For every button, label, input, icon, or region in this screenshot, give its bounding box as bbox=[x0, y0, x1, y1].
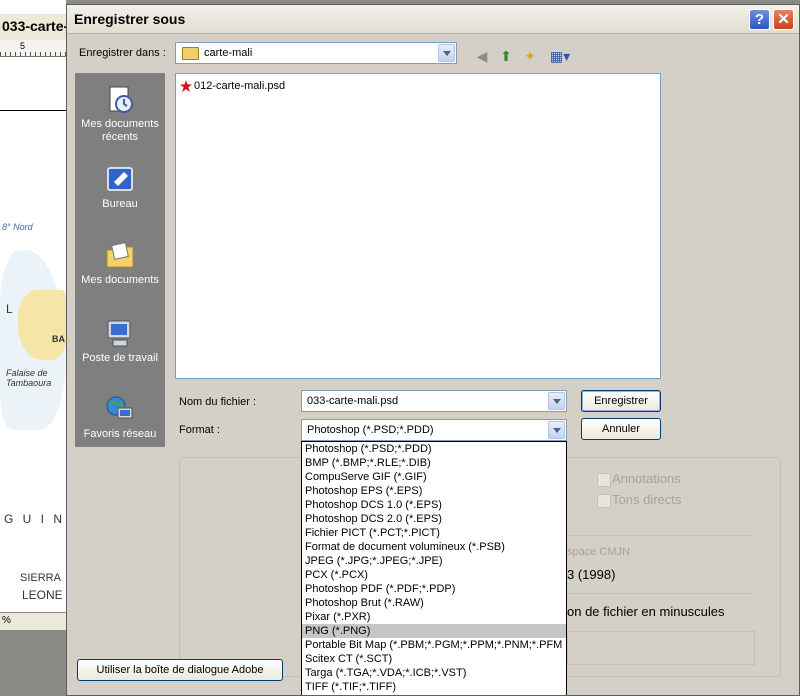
cancel-button[interactable]: Annuler bbox=[581, 418, 661, 440]
filename-label: Nom du fichier : bbox=[179, 396, 257, 408]
map-land-area bbox=[18, 290, 66, 360]
recent-documents-icon bbox=[104, 84, 136, 116]
places-bar: Mes documents récents Bureau Mes documen… bbox=[75, 73, 165, 447]
background-window-title: 033-carte-mali bbox=[2, 18, 66, 34]
ruler-mark: 5 bbox=[20, 41, 26, 51]
background-window-titlebar: 033-carte-mali bbox=[0, 14, 66, 41]
network-places-icon bbox=[104, 394, 136, 426]
my-computer-icon bbox=[104, 318, 136, 350]
tons-directs-checkbox[interactable] bbox=[597, 494, 611, 508]
format-dropdown-list[interactable]: Photoshop (*.PSD;*.PDD) BMP (*.BMP;*.RLE;… bbox=[301, 441, 567, 695]
psd-file-icon bbox=[180, 80, 192, 93]
zoom-readout[interactable]: % bbox=[2, 615, 11, 626]
workspace-background bbox=[0, 630, 66, 696]
background-document-window: 033-carte-mali 5 8° Nord L BA Falaise de… bbox=[0, 0, 66, 696]
format-option[interactable]: Photoshop DCS 1.0 (*.EPS) bbox=[302, 498, 566, 512]
lowercase-extension-label: on de fichier en minuscules bbox=[567, 604, 725, 619]
format-option[interactable]: TIFF (*.TIF;*.TIFF) bbox=[302, 680, 566, 694]
format-option[interactable]: Photoshop PDF (*.PDF;*.PDP) bbox=[302, 582, 566, 596]
format-option[interactable]: Targa (*.TGA;*.VDA;*.ICB;*.VST) bbox=[302, 666, 566, 680]
format-option[interactable]: BMP (*.BMP;*.RLE;*.DIB) bbox=[302, 456, 566, 470]
map-label: LEONE bbox=[22, 588, 63, 602]
save-in-label: Enregistrer dans : bbox=[79, 47, 166, 59]
map-label: 8° Nord bbox=[2, 222, 33, 232]
folder-icon bbox=[182, 47, 199, 60]
map-label: SIERRA bbox=[20, 572, 61, 584]
map-label: BA bbox=[52, 334, 65, 344]
chevron-down-icon[interactable] bbox=[548, 392, 565, 410]
view-menu-icon[interactable]: ▦▾ bbox=[547, 47, 573, 65]
back-icon[interactable]: ◀ bbox=[473, 47, 491, 65]
dialog-title: Enregistrer sous bbox=[74, 11, 186, 27]
tons-directs-label: Tons directs bbox=[612, 492, 682, 507]
save-as-dialog: Enregistrer sous ? ✕ Enregistrer dans : … bbox=[66, 4, 800, 696]
place-label: Mes documents bbox=[81, 274, 159, 286]
use-adobe-dialog-button[interactable]: Utiliser la boîte de dialogue Adobe bbox=[77, 659, 283, 681]
place-network[interactable]: Favoris réseau bbox=[76, 394, 164, 441]
new-folder-icon[interactable]: ✦ bbox=[521, 47, 539, 65]
chevron-down-icon[interactable] bbox=[548, 421, 565, 439]
map-label: G U I N E bbox=[4, 512, 66, 526]
place-my-computer[interactable]: Poste de travail bbox=[76, 318, 164, 365]
chevron-down-icon[interactable] bbox=[438, 44, 455, 62]
format-option[interactable]: PNG (*.PNG) bbox=[302, 624, 566, 638]
annotations-label: Annotations bbox=[612, 471, 681, 486]
format-option[interactable]: PCX (*.PCX) bbox=[302, 568, 566, 582]
desktop-icon bbox=[104, 164, 136, 196]
format-option[interactable]: Fichier PICT (*.PCT;*.PICT) bbox=[302, 526, 566, 540]
save-in-dropdown[interactable]: carte-mali bbox=[175, 42, 457, 64]
file-name: 012-carte-mali.psd bbox=[194, 80, 286, 93]
my-documents-icon bbox=[104, 240, 136, 272]
options-divider bbox=[567, 535, 753, 536]
format-option[interactable]: Portable Bit Map (*.PBM;*.PGM;*.PPM;*.PN… bbox=[302, 638, 566, 652]
save-in-value: carte-mali bbox=[204, 47, 253, 59]
format-option[interactable]: Format de document volumineux (*.PSB) bbox=[302, 540, 566, 554]
filename-value: 033-carte-mali.psd bbox=[307, 395, 399, 407]
format-option[interactable]: Scitex CT (*.SCT) bbox=[302, 652, 566, 666]
place-desktop[interactable]: Bureau bbox=[76, 164, 164, 211]
filename-input[interactable]: 033-carte-mali.psd bbox=[301, 390, 567, 412]
format-option[interactable]: Photoshop DCS 2.0 (*.EPS) bbox=[302, 512, 566, 526]
format-label: Format : bbox=[179, 424, 220, 436]
map-label: Falaise de Tambaoura bbox=[6, 368, 52, 388]
format-dropdown[interactable]: Photoshop (*.PSD;*.PDD) bbox=[301, 419, 567, 441]
color-profile-text: 3 (1998) bbox=[567, 567, 616, 582]
map-label: L bbox=[6, 302, 13, 316]
format-option[interactable]: Photoshop EPS (*.EPS) bbox=[302, 484, 566, 498]
background-status-bar: % bbox=[0, 612, 66, 631]
annotations-checkbox[interactable] bbox=[597, 473, 611, 487]
place-label: Mes documents récents bbox=[81, 118, 159, 143]
format-value: Photoshop (*.PSD;*.PDD) bbox=[307, 424, 434, 436]
warning-box bbox=[567, 631, 755, 665]
place-label: Poste de travail bbox=[82, 352, 158, 364]
horizontal-ruler: 5 bbox=[0, 40, 66, 57]
place-recent-documents[interactable]: Mes documents récents bbox=[76, 84, 164, 144]
help-button[interactable]: ? bbox=[749, 9, 770, 30]
format-option[interactable]: CompuServe GIF (*.GIF) bbox=[302, 470, 566, 484]
format-option[interactable]: Photoshop (*.PSD;*.PDD) bbox=[302, 442, 566, 456]
color-space-label: space CMJN bbox=[567, 546, 630, 558]
options-divider bbox=[567, 593, 753, 594]
place-label: Bureau bbox=[102, 198, 138, 210]
map-border-line bbox=[0, 110, 66, 111]
format-option[interactable]: JPEG (*.JPG;*.JPEG;*.JPE) bbox=[302, 554, 566, 568]
save-button[interactable]: Enregistrer bbox=[581, 390, 661, 412]
close-button[interactable]: ✕ bbox=[773, 9, 794, 30]
format-option[interactable]: Pixar (*.PXR) bbox=[302, 610, 566, 624]
up-folder-icon[interactable]: ⬆ bbox=[497, 47, 515, 65]
dialog-titlebar[interactable]: Enregistrer sous ? ✕ bbox=[67, 5, 799, 34]
place-label: Favoris réseau bbox=[83, 428, 157, 440]
format-option[interactable]: Photoshop Brut (*.RAW) bbox=[302, 596, 566, 610]
file-list[interactable]: 012-carte-mali.psd bbox=[175, 73, 661, 379]
place-my-documents[interactable]: Mes documents bbox=[76, 240, 164, 287]
list-item[interactable]: 012-carte-mali.psd bbox=[180, 80, 285, 96]
